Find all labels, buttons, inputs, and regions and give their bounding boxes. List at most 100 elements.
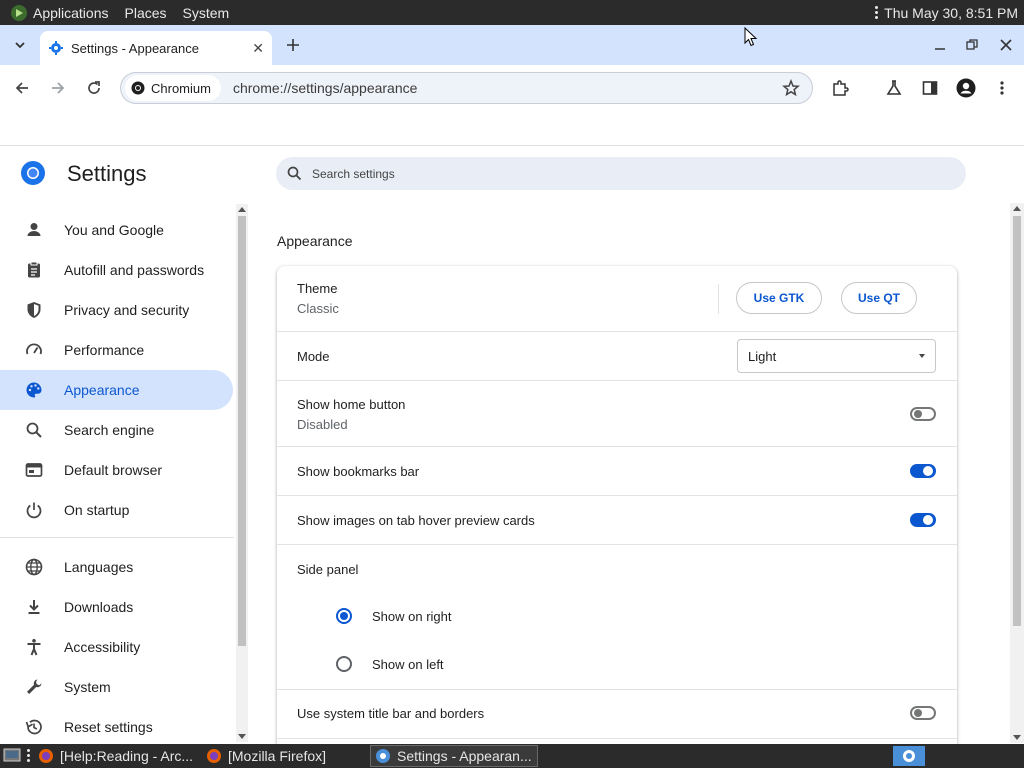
side-panel-button[interactable] xyxy=(918,76,942,100)
history-icon xyxy=(25,719,42,735)
taskbar-item-firefox[interactable]: [Mozilla Firefox] xyxy=(206,745,326,767)
tab-title: Settings - Appearance xyxy=(71,40,199,56)
sidebar-item-performance[interactable]: Performance xyxy=(0,330,233,370)
sidebar-item-downloads[interactable]: Downloads xyxy=(0,587,233,627)
taskbar-item-settings[interactable]: Settings - Appearan... xyxy=(370,745,538,767)
new-tab-button[interactable] xyxy=(282,34,304,56)
browser-menu-button[interactable] xyxy=(990,76,1014,100)
bookmarks-bar-label: Show bookmarks bar xyxy=(297,464,420,479)
sidebar-scroll-thumb[interactable] xyxy=(238,216,246,646)
extensions-button[interactable] xyxy=(828,76,852,100)
side-panel-right-label[interactable]: Show on right xyxy=(372,609,452,624)
search-input[interactable] xyxy=(310,165,914,182)
sidebar-item-system[interactable]: System xyxy=(0,667,233,707)
scroll-up-arrow-icon[interactable] xyxy=(1013,206,1021,211)
chromium-logo-icon xyxy=(376,749,390,763)
tab-strip: Settings - Appearance ✕ xyxy=(0,25,1024,65)
tab-settings[interactable]: Settings - Appearance ✕ xyxy=(40,31,272,65)
scroll-down-arrow-icon[interactable] xyxy=(1013,735,1021,740)
section-title: Appearance xyxy=(277,233,353,249)
sidebar-item-search-engine[interactable]: Search engine xyxy=(0,410,233,450)
chromium-logo-icon xyxy=(131,81,145,95)
power-icon xyxy=(26,502,42,519)
side-panel-right-radio[interactable] xyxy=(336,608,352,624)
close-window-button[interactable] xyxy=(996,35,1016,55)
sidebar-item-you-and-google[interactable]: You and Google xyxy=(0,210,233,250)
sidebar-item-languages[interactable]: Languages xyxy=(0,547,233,587)
minimize-button[interactable] xyxy=(930,35,950,55)
theme-label: Theme xyxy=(297,281,338,296)
back-button[interactable] xyxy=(10,76,34,100)
profile-button[interactable] xyxy=(954,76,978,100)
reload-button[interactable] xyxy=(82,76,106,100)
theme-divider xyxy=(718,284,719,314)
show-desktop-button[interactable] xyxy=(3,747,21,764)
applications-menu-label: Applications xyxy=(33,4,109,21)
workspace-switcher[interactable] xyxy=(893,746,925,766)
sidebar-item-label: Accessibility xyxy=(64,639,141,655)
site-chip-label: Chromium xyxy=(151,80,211,96)
restore-button[interactable] xyxy=(962,35,982,55)
gauge-icon xyxy=(26,343,42,355)
use-gtk-button[interactable]: Use GTK xyxy=(736,282,822,314)
side-panel-left-radio[interactable] xyxy=(336,656,352,672)
bookmarks-bar-toggle[interactable] xyxy=(910,464,936,478)
scroll-down-arrow-icon[interactable] xyxy=(238,734,246,739)
sidebar-item-on-startup[interactable]: On startup xyxy=(0,490,233,530)
applications-menu[interactable]: Applications xyxy=(0,4,117,22)
sidebar-item-autofill[interactable]: Autofill and passwords xyxy=(0,250,233,290)
main-scroll-thumb[interactable] xyxy=(1013,216,1021,626)
wrench-icon xyxy=(27,679,42,694)
close-tab-icon[interactable]: ✕ xyxy=(252,40,264,57)
mode-label: Mode xyxy=(297,349,330,364)
accessibility-icon xyxy=(27,639,41,656)
main-scrollbar[interactable] xyxy=(1010,203,1024,743)
use-qt-button[interactable]: Use QT xyxy=(841,282,917,314)
avatar-icon xyxy=(956,78,976,98)
minimize-icon xyxy=(935,48,945,50)
sidebar-item-label: Search engine xyxy=(64,422,155,438)
settings-search[interactable] xyxy=(276,157,966,190)
panel-clock[interactable]: Thu May 30, 8:51 PM xyxy=(884,5,1018,21)
sidebar-item-appearance[interactable]: Appearance xyxy=(0,370,233,410)
panel-kebab-icon[interactable] xyxy=(875,6,879,19)
system-menu-label: System xyxy=(182,4,230,21)
sidebar-item-reset[interactable]: Reset settings xyxy=(0,707,233,747)
theme-row: Theme Classic Use GTK Use QT xyxy=(277,266,957,331)
tab-search-button[interactable] xyxy=(6,33,34,57)
taskbar-item-firefox-help[interactable]: [Help:Reading - Arc... xyxy=(38,745,193,767)
sidebar-item-label: Languages xyxy=(64,559,134,575)
bookmark-star-button[interactable] xyxy=(782,79,800,97)
site-info-chip[interactable]: Chromium xyxy=(125,75,221,101)
side-panel-icon xyxy=(922,81,938,95)
puzzle-icon xyxy=(833,80,849,96)
tab-hover-toggle[interactable] xyxy=(910,513,936,527)
appearance-card: Theme Classic Use GTK Use QT Mode Light … xyxy=(277,266,957,766)
globe-icon xyxy=(25,558,43,576)
url-text[interactable]: chrome://settings/appearance xyxy=(233,80,417,96)
labs-button[interactable] xyxy=(882,76,906,100)
scroll-up-arrow-icon[interactable] xyxy=(238,207,246,212)
sidebar-item-label: Appearance xyxy=(64,382,140,398)
sidebar-scrollbar[interactable] xyxy=(236,204,248,742)
toolbar-divider xyxy=(0,145,1024,146)
mode-row: Mode Light xyxy=(277,331,957,380)
places-menu[interactable]: Places xyxy=(117,5,175,21)
sidebar-item-accessibility[interactable]: Accessibility xyxy=(0,627,233,667)
home-button-label: Show home button xyxy=(297,397,406,412)
sidebar-item-label: Reset settings xyxy=(64,719,153,735)
search-icon xyxy=(287,166,302,181)
sidebar-item-privacy[interactable]: Privacy and security xyxy=(0,290,233,330)
title-bar-toggle[interactable] xyxy=(910,706,936,720)
home-button-toggle[interactable] xyxy=(910,407,936,421)
download-icon xyxy=(28,600,40,614)
tab-hover-label: Show images on tab hover preview cards xyxy=(297,513,535,528)
system-menu[interactable]: System xyxy=(175,5,238,21)
mode-select[interactable]: Light xyxy=(737,339,936,373)
forward-button[interactable] xyxy=(46,76,70,100)
side-panel-left-label[interactable]: Show on left xyxy=(372,657,444,672)
address-bar[interactable]: Chromium chrome://settings/appearance xyxy=(120,72,813,104)
star-icon xyxy=(782,79,800,97)
sidebar-item-label: Downloads xyxy=(64,599,134,615)
sidebar-item-default-browser[interactable]: Default browser xyxy=(0,450,233,490)
